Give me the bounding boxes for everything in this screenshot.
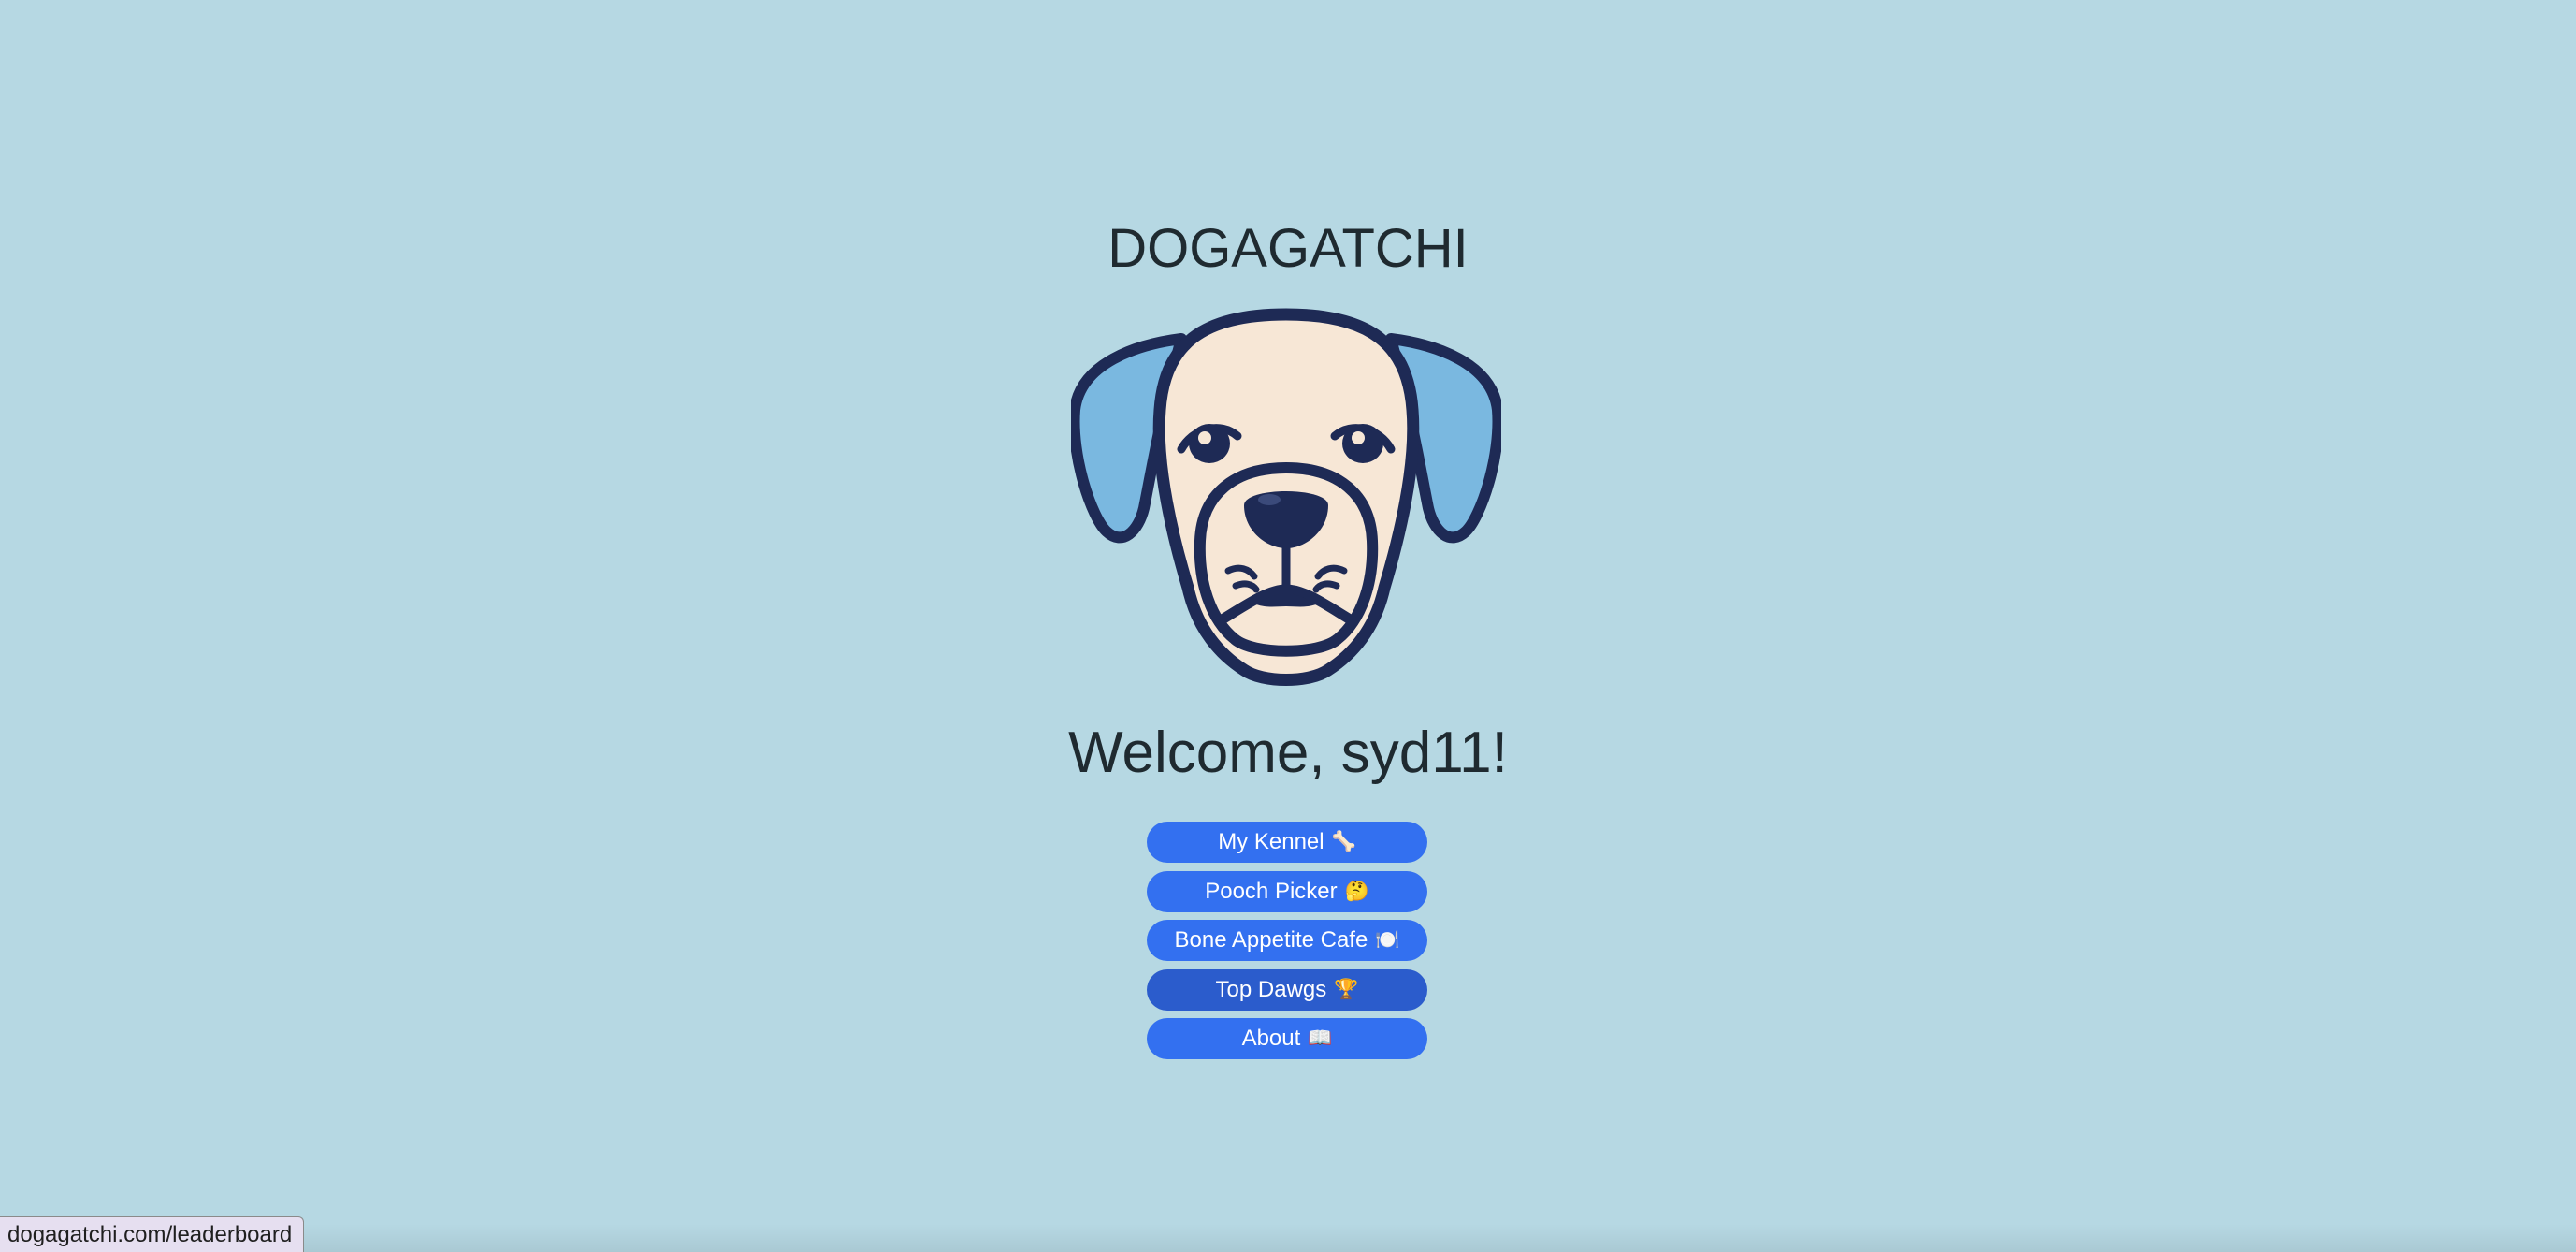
- bone-appetite-cafe-button[interactable]: Bone Appetite Cafe 🍽️: [1147, 920, 1427, 961]
- my-kennel-button[interactable]: My Kennel 🦴: [1147, 822, 1427, 863]
- plate-icon: 🍽️: [1375, 929, 1400, 951]
- status-bar-url: dogagatchi.com/leaderboard: [0, 1216, 305, 1252]
- bone-appetite-cafe-label: Bone Appetite Cafe: [1174, 927, 1368, 953]
- top-dawgs-button[interactable]: Top Dawgs 🏆: [1147, 968, 1427, 1011]
- app-title: DOGAGATCHI: [1107, 218, 1469, 279]
- pooch-picker-label: Pooch Picker: [1205, 878, 1338, 904]
- top-dawgs-label: Top Dawgs: [1215, 976, 1327, 1002]
- dog-face-icon: [1071, 307, 1501, 692]
- trophy-icon: 🏆: [1334, 978, 1359, 1000]
- about-label: About: [1241, 1026, 1301, 1051]
- pooch-picker-button[interactable]: Pooch Picker 🤔: [1147, 870, 1427, 912]
- bottom-shade: [0, 1224, 2576, 1252]
- page: DOGAGATCHI Welcome, syd11! My Kennel 🦴 P…: [0, 0, 2576, 1252]
- book-icon: 📖: [1308, 1027, 1333, 1049]
- thinking-face-icon: 🤔: [1344, 880, 1369, 902]
- about-button[interactable]: About 📖: [1147, 1018, 1427, 1059]
- welcome-heading: Welcome, syd11!: [1068, 721, 1508, 785]
- main-menu: My Kennel 🦴 Pooch Picker 🤔 Bone Appetite…: [1147, 822, 1427, 1068]
- my-kennel-label: My Kennel: [1218, 829, 1324, 854]
- bone-icon: 🦴: [1331, 831, 1356, 852]
